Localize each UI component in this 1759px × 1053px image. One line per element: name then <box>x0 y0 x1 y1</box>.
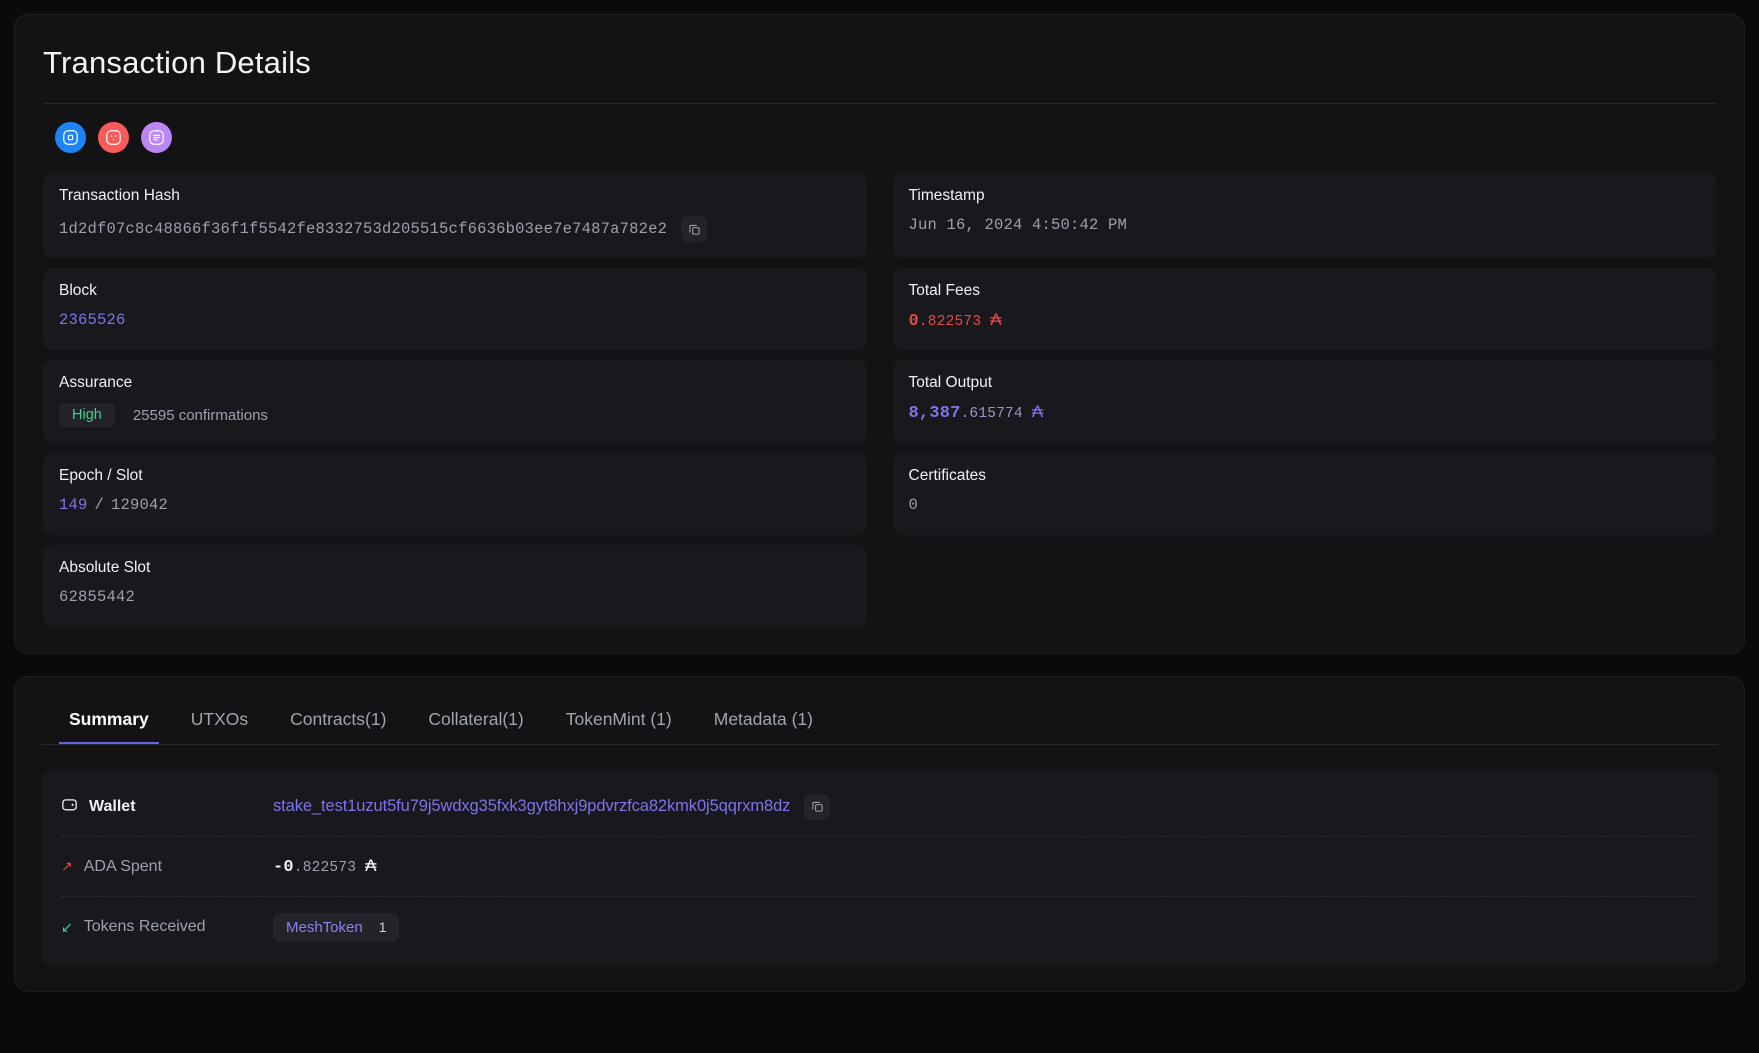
absolute-slot-value: 62855442 <box>59 588 851 606</box>
total-fees-integer: 0 <box>909 312 919 331</box>
token-chip[interactable]: MeshToken 1 <box>273 913 399 942</box>
summary-panel: Wallet stake_test1uzut5fu79j5wdxg35fxk3g… <box>41 771 1718 965</box>
copy-icon[interactable] <box>804 794 830 820</box>
metadata-badge[interactable] <box>141 122 172 153</box>
ada-symbol-icon: ₳ <box>990 311 1001 328</box>
tokens-received-row: ↙ Tokens Received MeshToken 1 <box>61 897 1698 957</box>
tab-metadata[interactable]: Metadata (1) <box>698 699 829 744</box>
total-output-integer: 8,387 <box>909 404 961 423</box>
copy-icon[interactable] <box>681 216 707 242</box>
transaction-tabs-card: Summary UTXOs Contracts(1) Collateral(1)… <box>14 676 1745 992</box>
transaction-hash-value: 1d2df07c8c48866f36f1f5542fe8332753d20551… <box>59 220 667 238</box>
wallet-row: Wallet stake_test1uzut5fu79j5wdxg35fxk3g… <box>61 777 1698 837</box>
transaction-hash-label: Transaction Hash <box>59 187 851 205</box>
ada-spent-sign: - <box>273 858 283 877</box>
stake-badge[interactable] <box>55 122 86 153</box>
block-value-link[interactable]: 2365526 <box>59 311 851 329</box>
confirmations-text: 25595 confirmations <box>133 407 268 424</box>
tab-summary[interactable]: Summary <box>53 699 165 744</box>
assurance-status-badge: High <box>59 403 115 427</box>
wallet-label: Wallet <box>89 798 136 816</box>
total-output-decimal: .615774 <box>961 406 1023 422</box>
tab-bar-divider <box>41 744 1718 745</box>
timestamp-label: Timestamp <box>909 187 1701 205</box>
field-timestamp: Timestamp Jun 16, 2024 4:50:42 PM <box>893 173 1717 258</box>
smart-contract-badge[interactable] <box>98 122 129 153</box>
epoch-value-link[interactable]: 149 <box>59 496 88 514</box>
absolute-slot-label: Absolute Slot <box>59 559 851 577</box>
total-fees-decimal: .822573 <box>919 314 981 330</box>
certificates-label: Certificates <box>909 467 1701 485</box>
wallet-stake-address-link[interactable]: stake_test1uzut5fu79j5wdxg35fxk3gyt8hxj9… <box>273 797 790 816</box>
page-title: Transaction Details <box>43 45 1716 103</box>
field-transaction-hash: Transaction Hash 1d2df07c8c48866f36f1f55… <box>43 173 867 258</box>
token-quantity: 1 <box>375 913 399 941</box>
arrow-down-left-icon: ↙ <box>61 919 73 936</box>
assurance-label: Assurance <box>59 374 851 392</box>
total-fees-label: Total Fees <box>909 282 1701 300</box>
ada-spent-decimal: .822573 <box>294 860 356 876</box>
ada-symbol-icon: ₳ <box>365 857 376 874</box>
epoch-slot-separator: / <box>95 496 105 514</box>
tab-contracts[interactable]: Contracts(1) <box>274 699 402 744</box>
field-total-fees: Total Fees 0.822573 ₳ <box>893 268 1717 350</box>
total-output-label: Total Output <box>909 374 1701 392</box>
token-name: MeshToken <box>273 913 375 942</box>
timestamp-value: Jun 16, 2024 4:50:42 PM <box>909 216 1701 234</box>
ada-spent-label: ADA Spent <box>84 858 162 876</box>
details-field-grid: Transaction Hash 1d2df07c8c48866f36f1f55… <box>43 173 1716 627</box>
tab-bar: Summary UTXOs Contracts(1) Collateral(1)… <box>41 699 1718 744</box>
field-block: Block 2365526 <box>43 268 867 350</box>
transaction-details-page: Transaction Details <box>0 0 1759 1053</box>
wallet-icon <box>61 796 78 818</box>
block-label: Block <box>59 282 851 300</box>
tab-utxos[interactable]: UTXOs <box>175 699 264 744</box>
field-certificates: Certificates 0 <box>893 453 1717 535</box>
certificates-value: 0 <box>909 496 1701 514</box>
field-total-output: Total Output 8,387.615774 ₳ <box>893 360 1717 443</box>
tokens-received-label: Tokens Received <box>84 918 206 936</box>
tab-tokenmint[interactable]: TokenMint (1) <box>550 699 688 744</box>
epoch-slot-label: Epoch / Slot <box>59 467 851 485</box>
transaction-details-card: Transaction Details <box>14 14 1745 654</box>
field-epoch-slot: Epoch / Slot 149 / 129042 <box>43 453 867 535</box>
slot-value: 129042 <box>111 496 168 514</box>
field-assurance: Assurance High 25595 confirmations <box>43 360 867 443</box>
ada-spent-row: ↗ ADA Spent -0.822573 ₳ <box>61 837 1698 897</box>
ada-symbol-icon: ₳ <box>1032 403 1043 420</box>
field-absolute-slot: Absolute Slot 62855442 <box>43 545 867 627</box>
grid-empty-cell <box>893 545 1717 627</box>
arrow-up-right-icon: ↗ <box>61 858 73 875</box>
tab-collateral[interactable]: Collateral(1) <box>412 699 539 744</box>
transaction-type-badges <box>43 104 1716 173</box>
ada-spent-integer: 0 <box>283 858 293 877</box>
